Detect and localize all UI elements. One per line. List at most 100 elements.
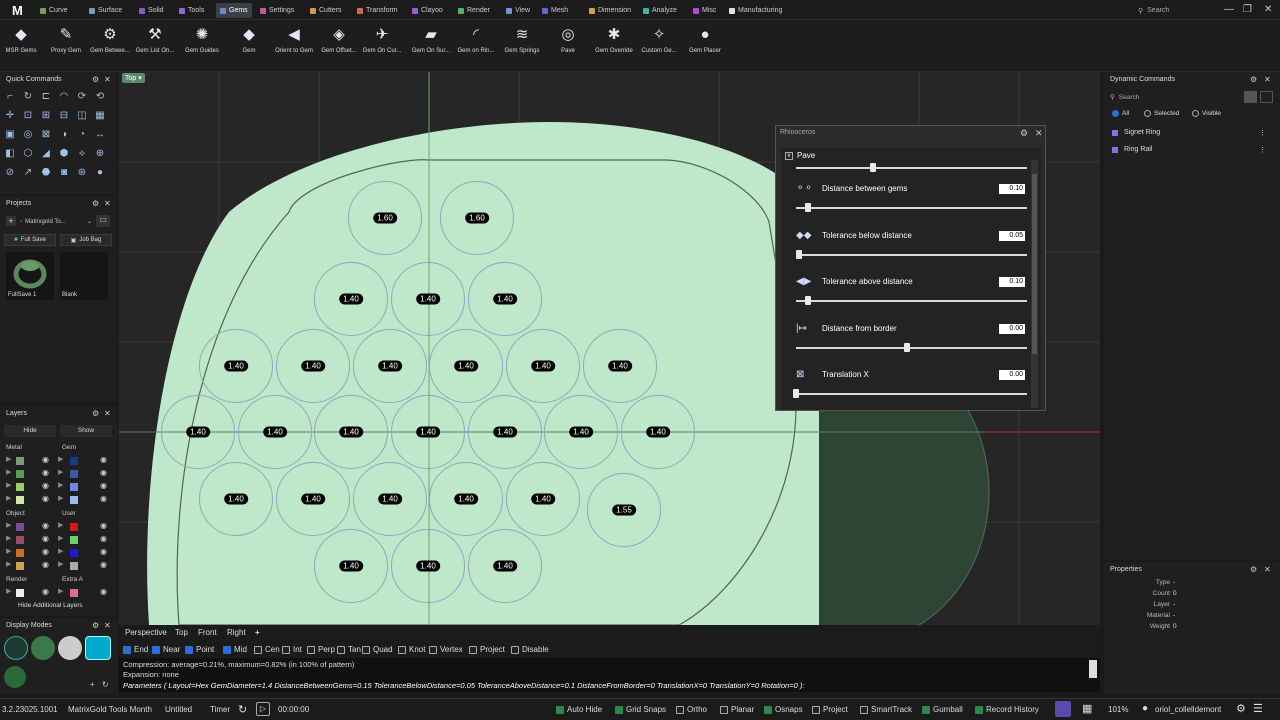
more-icon[interactable]: ⋮ (1259, 129, 1266, 137)
osnap-knot[interactable]: Knot (398, 645, 425, 654)
menu-tab-settings[interactable]: Settings (260, 4, 294, 17)
tool-gem-on-sur[interactable]: ▰ Gem On Sur... (408, 24, 454, 54)
eye-icon[interactable]: ◉ (42, 560, 49, 569)
layer-color-swatch[interactable] (16, 483, 24, 491)
wireframe-mode-icon[interactable] (4, 636, 28, 660)
quick-command-icon[interactable]: ⊛ (76, 166, 88, 178)
eye-icon[interactable]: ◉ (42, 587, 49, 596)
close-icon[interactable]: ✕ (104, 199, 111, 208)
dynamic-search-input[interactable]: ⚲ Search (1110, 91, 1240, 103)
menu-tab-surface[interactable]: Surface (89, 4, 122, 17)
pave-param-slider[interactable] (796, 207, 1027, 209)
add-view-button[interactable]: + (255, 628, 260, 637)
expand-icon[interactable]: ▶ (6, 560, 11, 568)
layer-color-swatch[interactable] (70, 536, 78, 544)
quick-command-icon[interactable]: ⊘ (4, 166, 16, 178)
expand-icon[interactable]: ▶ (6, 547, 11, 555)
gear-icon[interactable]: ⚙ (92, 621, 99, 630)
expand-icon[interactable]: ▶ (58, 547, 63, 555)
pave-param-slider[interactable] (796, 253, 1027, 256)
pave-section-header[interactable]: v Pave (785, 151, 815, 160)
quick-command-icon[interactable]: ⬡ (22, 147, 34, 159)
checkbox[interactable] (676, 705, 684, 714)
view-tab-right[interactable]: Right (227, 628, 246, 637)
menu-tab-cutters[interactable]: Cutters (310, 4, 342, 17)
checkbox[interactable] (511, 645, 519, 654)
slider-thumb[interactable] (805, 296, 811, 305)
pave-param-slider[interactable] (796, 300, 1027, 302)
eye-icon[interactable]: ◉ (100, 468, 107, 477)
checkbox[interactable] (720, 705, 728, 714)
quick-command-icon[interactable]: ✛ (4, 109, 16, 121)
slider-thumb[interactable] (870, 163, 876, 172)
layer-color-swatch[interactable] (70, 457, 78, 465)
menu-tab-solid[interactable]: Solid (139, 4, 164, 17)
layer-row[interactable]: ▶ ◉ ▶ ◉ (6, 494, 114, 506)
gem-mode-icon[interactable] (85, 636, 111, 660)
tool-orient-to-gem[interactable]: ◀ Orient to Gem (271, 24, 317, 54)
quick-command-icon[interactable]: ⊞ (40, 109, 52, 121)
pave-scrollbar[interactable] (1031, 160, 1038, 408)
checkbox[interactable] (362, 645, 370, 654)
expand-icon[interactable]: ▶ (6, 494, 11, 502)
tool-gem-betwee[interactable]: ⚙ Gem Betwee... (87, 24, 133, 54)
layer-row[interactable]: ▶ ◉ ▶ ◉ (6, 547, 114, 559)
expand-icon[interactable]: ▶ (58, 455, 63, 463)
quick-command-icon[interactable]: ◧ (4, 147, 16, 159)
quick-command-icon[interactable]: ⊕ (94, 147, 106, 159)
layer-row[interactable]: ▶ ◉ ▶ ◉ (6, 468, 114, 480)
eye-icon[interactable]: ◉ (42, 534, 49, 543)
quick-command-icon[interactable]: ⟡ (76, 147, 88, 159)
quick-command-icon[interactable]: ⊠ (40, 128, 52, 140)
checkbox[interactable] (307, 645, 315, 654)
settings-icon[interactable]: ⚙ (1236, 702, 1246, 715)
eye-icon[interactable]: ◉ (100, 455, 107, 464)
tool-gem-placer[interactable]: ● Gem Placer (682, 24, 728, 55)
filter-radio-all[interactable]: All (1112, 110, 1129, 117)
checkbox[interactable] (282, 645, 290, 654)
menu-tab-dimension[interactable]: Dimension (589, 4, 631, 17)
expand-icon[interactable]: ▶ (6, 455, 11, 463)
eye-icon[interactable]: ◉ (100, 534, 107, 543)
quick-command-icon[interactable]: ⊟ (58, 109, 70, 121)
checkbox[interactable] (615, 705, 623, 714)
quick-command-icon[interactable]: ▦ (94, 109, 106, 121)
layer-color-swatch[interactable] (16, 536, 24, 544)
close-icon[interactable]: ✕ (1264, 4, 1272, 15)
tool-proxy-gem[interactable]: ✎ Proxy Gem (43, 24, 89, 54)
quick-command-icon[interactable]: ◫ (76, 109, 88, 121)
slider-thumb[interactable] (904, 342, 910, 352)
menu-tab-transform[interactable]: Transform (357, 4, 398, 17)
layer-color-swatch[interactable] (16, 589, 24, 597)
osnap-tan[interactable]: Tan (337, 645, 361, 654)
gear-icon[interactable]: ⚙ (1020, 128, 1028, 139)
tool-custom-ge[interactable]: ✧ Custom Ge... (636, 24, 682, 54)
quick-command-icon[interactable]: ⬢ (58, 147, 70, 159)
quick-command-icon[interactable]: ◎ (22, 128, 34, 140)
checkbox[interactable] (254, 645, 262, 654)
filter-radio-selected[interactable]: Selected (1144, 110, 1179, 117)
command-scrollbar[interactable] (1089, 660, 1097, 678)
quick-command-icon[interactable]: ◢ (40, 147, 52, 159)
quick-command-icon[interactable]: ↔ (94, 128, 106, 140)
pave-param-value[interactable]: 0.10 (999, 277, 1025, 287)
checkbox[interactable] (556, 705, 564, 714)
menu-tab-view[interactable]: View (506, 4, 530, 17)
project-selector[interactable]: ▪ Matrixgold To... ⌄ (20, 216, 92, 227)
checkbox[interactable] (398, 645, 406, 654)
quick-command-icon[interactable]: ↻ (22, 90, 34, 102)
hide-additional-layers-button[interactable]: Hide Additional Layers (18, 602, 83, 609)
eye-icon[interactable]: ◉ (100, 547, 107, 556)
command-prompt[interactable]: Parameters ( Layout=Hex GemDiameter=1.4 … (123, 681, 1083, 690)
quick-command-icon[interactable]: ◔ (76, 128, 88, 140)
dynamic-command-item[interactable]: Signet Ring ⋮ (1112, 126, 1272, 139)
grid-icon[interactable]: ▦ (1082, 702, 1092, 715)
checkbox[interactable] (337, 645, 345, 654)
eye-icon[interactable]: ◉ (100, 481, 107, 490)
status-toggle-gumball[interactable]: Gumball (922, 705, 963, 714)
slider-thumb[interactable] (805, 203, 811, 212)
list-view-icon[interactable] (1244, 91, 1257, 103)
gear-icon[interactable]: ⚙ (1250, 565, 1257, 574)
rendered-mode-icon[interactable] (58, 636, 82, 660)
checkbox[interactable] (152, 645, 160, 654)
